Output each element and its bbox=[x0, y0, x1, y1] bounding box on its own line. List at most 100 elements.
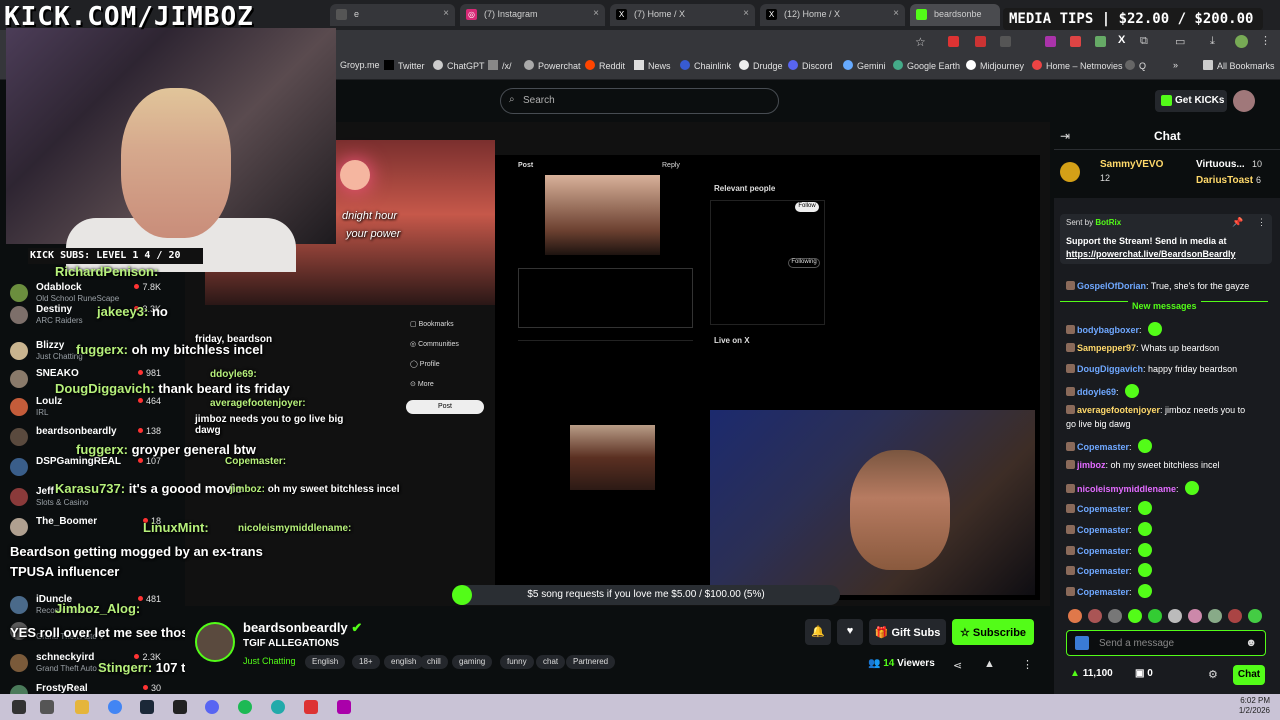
close-icon[interactable]: × bbox=[893, 8, 899, 19]
chat-username[interactable]: Copemaster bbox=[1077, 442, 1129, 452]
user-avatar[interactable] bbox=[1233, 90, 1255, 112]
close-icon[interactable]: × bbox=[593, 8, 599, 19]
kicks-balance[interactable]: ▲ 11,100 bbox=[1070, 668, 1113, 679]
send-chat-button[interactable]: Chat bbox=[1233, 665, 1265, 685]
chat-username[interactable]: averagefootenjoyer bbox=[1077, 405, 1160, 415]
obs-icon[interactable] bbox=[304, 700, 318, 714]
browser-tab[interactable]: e × bbox=[330, 4, 455, 26]
notification-bell-button[interactable]: 🔔 bbox=[805, 619, 831, 645]
bookmark[interactable]: Gemini bbox=[843, 60, 886, 71]
stream-tag[interactable]: gaming bbox=[452, 655, 493, 669]
bookmark[interactable]: Groyp.me bbox=[340, 60, 380, 70]
stream-tag[interactable]: funny bbox=[500, 655, 534, 669]
follow-button[interactable]: ♥ bbox=[837, 619, 863, 645]
chat-username[interactable]: bodybagboxer bbox=[1077, 325, 1139, 335]
emote-icon[interactable] bbox=[1128, 609, 1142, 623]
all-bookmarks[interactable]: All Bookmarks bbox=[1203, 60, 1275, 71]
chat-username[interactable]: jimboz bbox=[1077, 460, 1106, 470]
stream-tag[interactable]: english bbox=[384, 655, 424, 669]
emote-icon[interactable] bbox=[1208, 609, 1222, 623]
emote-icon[interactable] bbox=[1228, 609, 1242, 623]
bookmark[interactable]: Home – Netmovies bbox=[1032, 60, 1123, 71]
search-icon[interactable] bbox=[40, 700, 54, 714]
more-options-icon[interactable]: ⋮ bbox=[1257, 217, 1266, 228]
chat-username[interactable]: Copemaster bbox=[1077, 504, 1129, 514]
gift-subs-button[interactable]: 🎁 Gift Subs bbox=[869, 619, 946, 645]
emote-icon[interactable] bbox=[1148, 609, 1162, 623]
spotify-icon[interactable] bbox=[238, 700, 252, 714]
stream-tag[interactable]: English bbox=[305, 655, 346, 669]
sidebar-channel[interactable]: DSPGamingREAL 107 bbox=[10, 456, 165, 476]
browser-tab-x-2[interactable]: X (12) Home / X × bbox=[760, 4, 905, 26]
bookmark[interactable]: Discord bbox=[788, 60, 833, 71]
pinned-link[interactable]: https://powerchat.live/BeardsonBeardly bbox=[1066, 249, 1236, 259]
sidebar-channel[interactable]: Loulz IRL 464 bbox=[10, 396, 165, 417]
stream-tag[interactable]: Partnered bbox=[566, 655, 616, 669]
pin-icon[interactable]: 📌 bbox=[1232, 217, 1243, 228]
chat-username[interactable]: Copemaster bbox=[1077, 546, 1129, 556]
powerchat-icon[interactable] bbox=[1075, 636, 1089, 650]
bookmark[interactable]: /x/ bbox=[488, 60, 512, 71]
terminal-icon[interactable] bbox=[173, 700, 187, 714]
puzzle-icon[interactable]: ⧉ bbox=[1140, 35, 1148, 48]
file-explorer-icon[interactable] bbox=[75, 700, 89, 714]
bookmarks-overflow[interactable]: » bbox=[1173, 60, 1178, 70]
search-input[interactable]: ⌕ Search bbox=[500, 88, 779, 114]
chrome-icon[interactable] bbox=[108, 700, 122, 714]
close-icon[interactable]: × bbox=[443, 8, 449, 19]
collapse-chat-icon[interactable]: ⇥ bbox=[1060, 129, 1070, 143]
stream-tag[interactable]: chill bbox=[420, 655, 448, 669]
chat-username[interactable]: Copemaster bbox=[1077, 566, 1129, 576]
bookmark[interactable]: Q bbox=[1125, 60, 1146, 71]
extension-icon[interactable] bbox=[1000, 36, 1011, 47]
stream-tag[interactable]: chat bbox=[536, 655, 566, 669]
bookmark[interactable]: News bbox=[634, 60, 671, 71]
bookmark[interactable]: Midjourney bbox=[966, 60, 1024, 71]
chat-username[interactable]: Sampepper97 bbox=[1077, 343, 1136, 353]
bookmark[interactable]: Google Earth bbox=[893, 60, 960, 71]
emote-icon[interactable] bbox=[1188, 609, 1202, 623]
emote-icon[interactable] bbox=[1108, 609, 1122, 623]
chat-username[interactable]: Copemaster bbox=[1077, 525, 1129, 535]
app-icon[interactable] bbox=[337, 700, 351, 714]
stream-tag[interactable]: 18+ bbox=[352, 655, 380, 669]
download-icon[interactable]: ⤓ bbox=[1210, 35, 1215, 48]
sidebar-channel[interactable]: Odablock Old School RuneScape 7.8K bbox=[10, 282, 165, 303]
browser-tab-instagram[interactable]: ◎ (7) Instagram × bbox=[460, 4, 605, 26]
bookmark[interactable]: Twitter bbox=[384, 60, 425, 71]
chat-username[interactable]: Copemaster bbox=[1077, 587, 1129, 597]
browser-tab-x[interactable]: X (7) Home / X × bbox=[610, 4, 755, 26]
emote-icon[interactable] bbox=[1088, 609, 1102, 623]
report-icon[interactable]: ▲ bbox=[984, 658, 995, 670]
start-icon[interactable] bbox=[12, 700, 26, 714]
bookmark[interactable]: ChatGPT bbox=[433, 60, 485, 71]
more-options-icon[interactable]: ⋮ bbox=[1022, 658, 1033, 671]
extension-icon[interactable] bbox=[948, 36, 959, 47]
bookmark[interactable]: Chainlink bbox=[680, 60, 731, 71]
streamer-name[interactable]: beardsonbeardly ✔ bbox=[243, 620, 362, 636]
chat-username[interactable]: ddoyle69 bbox=[1077, 387, 1116, 397]
emote-icon[interactable] bbox=[1248, 609, 1262, 623]
channel-points[interactable]: ▣ 0 bbox=[1135, 668, 1153, 679]
bookmark[interactable]: Reddit bbox=[585, 60, 625, 71]
stream-category[interactable]: Just Chatting bbox=[243, 656, 296, 666]
chat-username[interactable]: GospelOfDorian bbox=[1077, 281, 1146, 291]
emoji-icon[interactable]: ☻ bbox=[1245, 637, 1257, 649]
telegram-icon[interactable] bbox=[271, 700, 285, 714]
emote-icon[interactable] bbox=[1068, 609, 1082, 623]
x-icon[interactable]: X bbox=[1118, 34, 1125, 46]
subscribe-button[interactable]: ☆ Subscribe bbox=[952, 619, 1034, 645]
close-icon[interactable]: × bbox=[743, 8, 749, 19]
star-icon[interactable]: ☆ bbox=[915, 35, 926, 49]
get-kicks-button[interactable]: Get KICKs bbox=[1155, 90, 1227, 112]
bookmark[interactable]: Drudge bbox=[739, 60, 783, 71]
top-gifter-name[interactable]: SammyVEVO bbox=[1100, 159, 1163, 170]
settings-icon[interactable]: ⚙ bbox=[1208, 668, 1218, 681]
steam-icon[interactable] bbox=[140, 700, 154, 714]
gifter-name[interactable]: Virtuous... bbox=[1196, 159, 1245, 170]
profile-avatar[interactable] bbox=[1235, 35, 1248, 48]
menu-icon[interactable]: ⋮ bbox=[1260, 34, 1271, 47]
extension-icon[interactable] bbox=[1070, 36, 1081, 47]
emote-icon[interactable] bbox=[1168, 609, 1182, 623]
share-icon[interactable]: ⋖ bbox=[953, 659, 962, 672]
